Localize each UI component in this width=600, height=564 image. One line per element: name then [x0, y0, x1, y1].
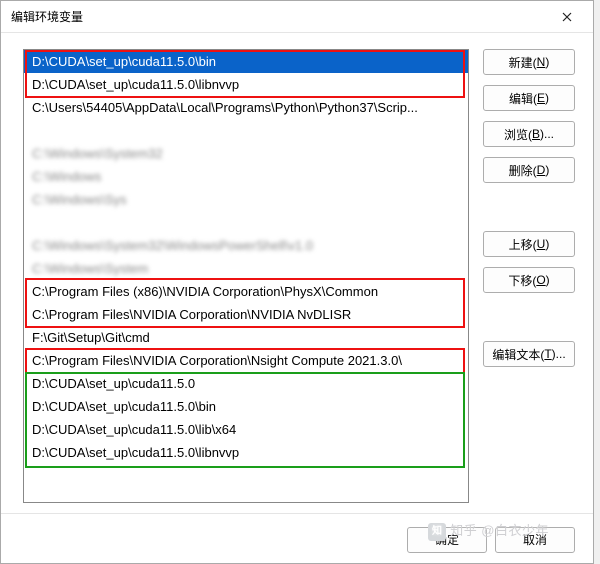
btn-label: 浏览( — [504, 126, 532, 143]
close-button[interactable] — [545, 2, 589, 32]
btn-label: 编辑文本( — [492, 346, 544, 363]
btn-label: 编辑( — [509, 90, 537, 107]
btn-key: O — [536, 273, 545, 287]
list-item[interactable] — [24, 211, 468, 234]
delete-button[interactable]: 删除(D) — [483, 157, 575, 183]
list-item[interactable]: D:\CUDA\set_up\cuda11.5.0\bin — [24, 395, 468, 418]
list-item[interactable]: D:\CUDA\set_up\cuda11.5.0\bin — [24, 50, 468, 73]
list-item[interactable]: C:\Windows\System — [24, 257, 468, 280]
side-buttons: 新建(N) 编辑(E) 浏览(B)... 删除(D) 上移(U) 下移(O) 编… — [483, 49, 575, 503]
window-title: 编辑环境变量 — [11, 8, 545, 25]
browse-button[interactable]: 浏览(B)... — [483, 121, 575, 147]
close-icon — [562, 9, 572, 25]
btn-label: 下移( — [508, 272, 536, 289]
move-down-button[interactable]: 下移(O) — [483, 267, 575, 293]
dialog-content: D:\CUDA\set_up\cuda11.5.0\binD:\CUDA\set… — [1, 33, 593, 513]
list-item[interactable]: C:\Users\54405\AppData\Local\Programs\Py… — [24, 96, 468, 119]
list-item[interactable]: D:\CUDA\set_up\cuda11.5.0\libnvvp — [24, 441, 468, 464]
btn-tail: ) — [545, 237, 549, 251]
dialog-window: 编辑环境变量 D:\CUDA\set_up\cuda11.5.0\binD:\C… — [0, 0, 594, 564]
btn-tail: )... — [552, 347, 566, 361]
btn-key: B — [532, 127, 540, 141]
ok-button[interactable]: 确定 — [407, 527, 487, 553]
btn-key: E — [537, 91, 545, 105]
btn-key: N — [537, 55, 546, 69]
list-item[interactable]: D:\CUDA\set_up\cuda11.5.0\lib\x64 — [24, 418, 468, 441]
spacer — [483, 193, 575, 221]
list-item[interactable]: C:\Windows — [24, 165, 468, 188]
titlebar: 编辑环境变量 — [1, 1, 593, 33]
list-item[interactable]: F:\Git\Setup\Git\cmd — [24, 326, 468, 349]
edit-text-button[interactable]: 编辑文本(T)... — [483, 341, 575, 367]
list-item[interactable]: D:\CUDA\set_up\cuda11.5.0 — [24, 372, 468, 395]
list-item[interactable]: C:\Windows\System32 — [24, 142, 468, 165]
btn-tail: )... — [540, 127, 554, 141]
btn-label: 删除( — [509, 162, 537, 179]
btn-tail: ) — [545, 55, 549, 69]
edit-button[interactable]: 编辑(E) — [483, 85, 575, 111]
btn-key: T — [544, 347, 551, 361]
btn-key: D — [537, 163, 546, 177]
btn-tail: ) — [545, 91, 549, 105]
list-item[interactable] — [24, 119, 468, 142]
dialog-footer: 确定 取消 知知乎 @白衣少年 — [1, 513, 593, 563]
move-up-button[interactable]: 上移(U) — [483, 231, 575, 257]
list-item[interactable]: C:\Windows\System32\WindowsPowerShell\v1… — [24, 234, 468, 257]
btn-label: 新建( — [509, 54, 537, 71]
list-item[interactable]: D:\CUDA\set_up\cuda11.5.0\libnvvp — [24, 73, 468, 96]
cancel-button[interactable]: 取消 — [495, 527, 575, 553]
btn-tail: ) — [546, 273, 550, 287]
path-listbox[interactable]: D:\CUDA\set_up\cuda11.5.0\binD:\CUDA\set… — [23, 49, 469, 503]
btn-tail: ) — [545, 163, 549, 177]
spacer — [483, 303, 575, 331]
btn-label: 上移( — [509, 236, 537, 253]
list-item[interactable]: C:\Program Files\NVIDIA Corporation\Nsig… — [24, 349, 468, 372]
list-item[interactable]: C:\Program Files\NVIDIA Corporation\NVID… — [24, 303, 468, 326]
new-button[interactable]: 新建(N) — [483, 49, 575, 75]
list-item[interactable]: C:\Windows\Sys — [24, 188, 468, 211]
btn-key: U — [537, 237, 546, 251]
list-item[interactable]: C:\Program Files (x86)\NVIDIA Corporatio… — [24, 280, 468, 303]
